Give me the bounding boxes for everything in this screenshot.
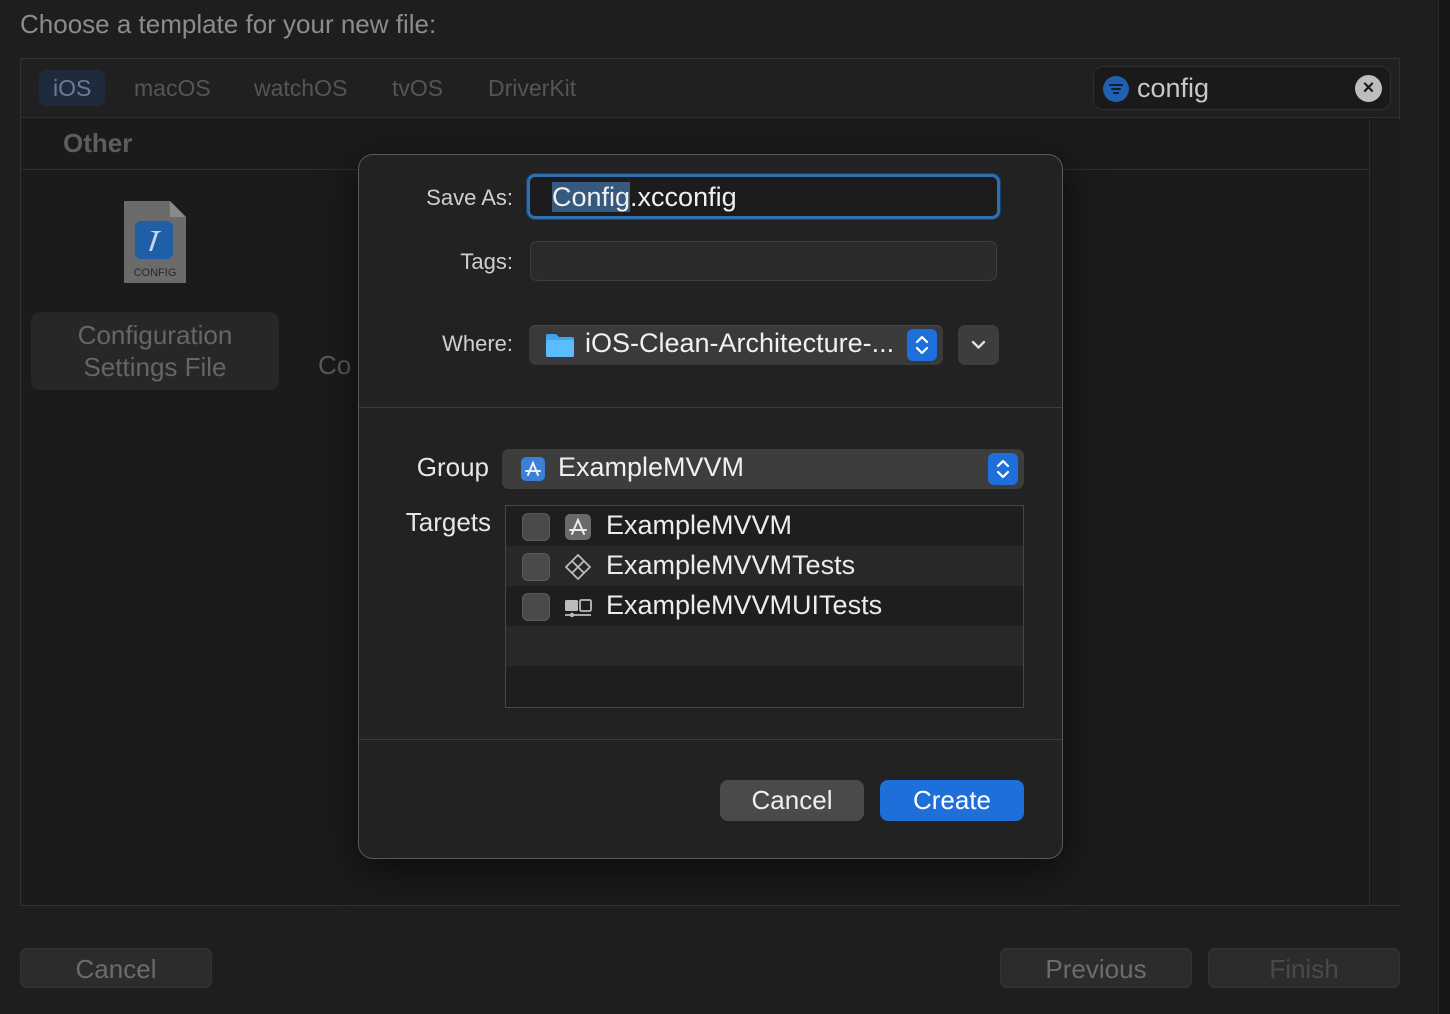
config-file-icon: CONFIG xyxy=(124,201,186,283)
where-popup-button[interactable]: iOS-Clean-Architecture-... xyxy=(529,325,943,365)
filter-icon[interactable] xyxy=(1103,76,1129,102)
chevron-down-icon xyxy=(971,340,986,349)
svg-text:CONFIG: CONFIG xyxy=(134,267,177,279)
template-configuration-settings-file[interactable]: Configuration Settings File xyxy=(31,312,279,390)
save-sheet: Save As: Config.xcconfig Tags: Where: iO… xyxy=(358,154,1063,859)
target-name: ExampleMVVMTests xyxy=(606,550,856,580)
template-label-line2: Settings File xyxy=(83,352,227,382)
target-checkbox[interactable] xyxy=(522,593,550,621)
target-name: ExampleMVVM xyxy=(606,510,793,540)
updown-chevron-icon xyxy=(988,453,1018,485)
target-row[interactable]: ExampleMVVMUITests xyxy=(506,586,1023,626)
tab-driverkit[interactable]: DriverKit xyxy=(474,70,590,106)
create-button[interactable]: Create xyxy=(880,780,1024,821)
save-as-label: Save As: xyxy=(426,185,513,210)
previous-button[interactable]: Previous xyxy=(1000,948,1192,988)
tags-field[interactable] xyxy=(530,241,997,281)
search-input[interactable]: config xyxy=(1137,73,1209,104)
section-title: Other xyxy=(63,128,133,158)
platform-tab-bar: iOS macOS watchOS tvOS DriverKit config … xyxy=(21,59,1399,118)
filter-search-field[interactable]: config × xyxy=(1093,66,1391,110)
where-label: Where: xyxy=(442,331,513,356)
folder-icon xyxy=(546,334,574,357)
target-row[interactable]: ExampleMVVMTests xyxy=(506,546,1023,586)
expand-browser-button[interactable] xyxy=(958,325,999,365)
group-popup-button[interactable]: ExampleMVVM xyxy=(502,449,1024,489)
sheet-cancel-button[interactable]: Cancel xyxy=(720,780,864,821)
tab-watchos[interactable]: watchOS xyxy=(240,70,361,106)
tab-tvos[interactable]: tvOS xyxy=(378,70,457,106)
ui-test-target-icon xyxy=(565,599,592,618)
group-label: Group xyxy=(416,452,489,482)
targets-list: ExampleMVVM ExampleMVVMTests ExampleMVVM… xyxy=(505,505,1024,708)
divider xyxy=(359,739,1062,740)
window-edge xyxy=(1438,0,1450,1014)
empty-row xyxy=(506,626,1023,666)
vertical-scrollbar[interactable] xyxy=(1369,119,1400,905)
clear-search-icon[interactable]: × xyxy=(1355,75,1382,102)
divider xyxy=(359,407,1062,408)
app-target-icon xyxy=(565,514,591,540)
page-title: Choose a template for your new file: xyxy=(20,9,437,39)
target-checkbox[interactable] xyxy=(522,553,550,581)
tab-ios[interactable]: iOS xyxy=(39,70,106,106)
finish-button[interactable]: Finish xyxy=(1208,948,1400,988)
app-store-icon xyxy=(521,457,545,481)
target-checkbox[interactable] xyxy=(522,513,550,541)
group-value: ExampleMVVM xyxy=(558,452,745,482)
template-label-line1: Configuration xyxy=(77,320,233,350)
where-value: iOS-Clean-Architecture-... xyxy=(585,328,895,358)
template-partial-label[interactable]: Co xyxy=(318,350,351,381)
tags-label: Tags: xyxy=(460,249,513,274)
tab-macos[interactable]: macOS xyxy=(120,70,225,106)
targets-label: Targets xyxy=(405,507,491,537)
unit-test-target-icon xyxy=(564,553,592,581)
target-name: ExampleMVVMUITests xyxy=(606,590,883,620)
target-row[interactable]: ExampleMVVM xyxy=(506,506,1023,546)
cancel-button[interactable]: Cancel xyxy=(20,948,212,988)
save-as-field[interactable]: Config.xcconfig xyxy=(527,174,1000,219)
save-as-selected-text: Config xyxy=(552,182,631,212)
save-as-extension: .xcconfig xyxy=(630,182,737,212)
updown-chevron-icon xyxy=(907,329,937,361)
